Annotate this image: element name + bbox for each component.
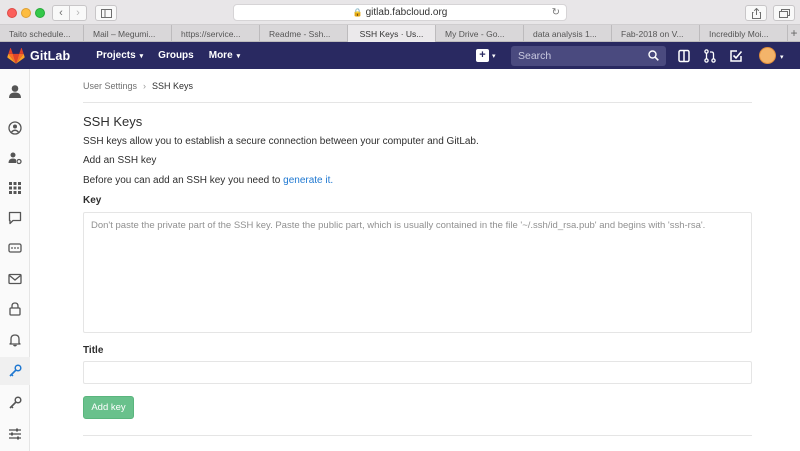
nav-projects[interactable]: Projects ▾ bbox=[96, 50, 143, 61]
sidebar-item-emails[interactable] bbox=[0, 265, 30, 293]
sidebar-item-password[interactable] bbox=[0, 295, 30, 323]
tabs-overview-icon bbox=[778, 8, 790, 18]
user-avatar-icon bbox=[9, 85, 21, 98]
sidebar-item-notifications[interactable] bbox=[0, 326, 30, 354]
back-button[interactable]: ‹ bbox=[52, 5, 70, 21]
chevron-down-icon: ▾ bbox=[492, 52, 496, 60]
title-input[interactable] bbox=[83, 361, 752, 384]
key-label: Key bbox=[83, 195, 102, 206]
settings-sidebar bbox=[0, 69, 30, 451]
sidebar-item-applications[interactable] bbox=[0, 174, 30, 202]
browser-tab[interactable]: Mail – Megumi... bbox=[84, 25, 172, 42]
nav-groups[interactable]: Groups bbox=[158, 50, 194, 61]
key-icon bbox=[9, 396, 22, 409]
add-key-heading: Add an SSH key bbox=[83, 155, 157, 166]
sidebar-toggle-button[interactable] bbox=[95, 5, 117, 21]
generate-instructions: Before you can add an SSH key you need t… bbox=[83, 175, 333, 186]
browser-tab[interactable]: Taito schedule... bbox=[0, 25, 84, 42]
chevron-down-icon: ▾ bbox=[236, 52, 241, 60]
page-description: SSH keys allow you to establish a secure… bbox=[83, 136, 479, 147]
lock-icon bbox=[9, 302, 21, 316]
browser-tab[interactable]: Incredibly Moi... bbox=[700, 25, 788, 42]
comment-icon bbox=[8, 211, 22, 225]
breadcrumb-ssh-keys[interactable]: SSH Keys bbox=[152, 81, 193, 91]
avatar[interactable] bbox=[759, 47, 776, 64]
key-icon bbox=[9, 364, 22, 377]
user-circle-icon bbox=[8, 121, 22, 135]
browser-tab-active[interactable]: SSH Keys · Us... bbox=[348, 25, 436, 42]
browser-toolbar: ‹ › 🔒 gitlab.fabcloud.org ↻ bbox=[0, 0, 800, 25]
sidebar-item-account[interactable] bbox=[0, 144, 30, 172]
sidebar-icon bbox=[100, 8, 112, 18]
chevron-right-icon: › bbox=[76, 6, 80, 19]
sidebar-item-ssh-keys[interactable] bbox=[0, 357, 30, 385]
minimize-window-button[interactable] bbox=[21, 8, 31, 18]
user-settings-icon bbox=[8, 152, 22, 165]
close-window-button[interactable] bbox=[7, 8, 17, 18]
share-button[interactable] bbox=[745, 5, 767, 21]
issues-board-icon[interactable] bbox=[677, 49, 691, 63]
breadcrumb: User Settings › SSH Keys bbox=[83, 81, 193, 91]
sidebar-item-preferences[interactable] bbox=[0, 420, 30, 448]
browser-tab[interactable]: My Drive - Go... bbox=[436, 25, 524, 42]
token-icon bbox=[8, 243, 22, 253]
search-input[interactable]: Search bbox=[511, 46, 666, 66]
show-tabs-button[interactable] bbox=[773, 5, 795, 21]
new-item-dropdown[interactable]: + ▾ bbox=[476, 47, 502, 64]
nav-more-label: More bbox=[208, 50, 233, 61]
top-divider bbox=[83, 102, 752, 103]
generate-instructions-text: Before you can add an SSH key you need t… bbox=[83, 175, 284, 186]
grid-icon bbox=[9, 182, 21, 194]
nav-groups-label: Groups bbox=[158, 50, 194, 61]
plus-icon: + bbox=[476, 49, 489, 62]
forward-button[interactable]: › bbox=[69, 5, 87, 21]
url-text: gitlab.fabcloud.org bbox=[365, 7, 448, 18]
envelope-icon bbox=[8, 273, 22, 285]
chevron-left-icon: ‹ bbox=[59, 6, 63, 19]
bell-icon bbox=[9, 334, 21, 347]
page-title: SSH Keys bbox=[83, 114, 143, 129]
todo-check-icon[interactable] bbox=[729, 49, 743, 63]
sidebar-item-chat[interactable] bbox=[0, 204, 30, 232]
sidebar-item-profile-avatar[interactable] bbox=[0, 77, 30, 105]
gitlab-brand[interactable]: GitLab bbox=[30, 49, 70, 63]
generate-it-link[interactable]: generate it. bbox=[283, 175, 333, 186]
search-icon bbox=[648, 50, 659, 61]
nav-projects-label: Projects bbox=[96, 50, 136, 61]
key-textarea[interactable] bbox=[83, 212, 752, 333]
merge-request-icon[interactable] bbox=[703, 49, 717, 63]
gitlab-header: GitLab Projects ▾ Groups More ▾ + ▾ Sear… bbox=[0, 42, 800, 69]
lock-icon: 🔒 bbox=[352, 8, 363, 17]
browser-tab[interactable]: Readme - Ssh... bbox=[260, 25, 348, 42]
zoom-window-button[interactable] bbox=[35, 8, 45, 18]
new-tab-button[interactable]: + bbox=[788, 25, 800, 41]
sidebar-item-gpg-keys[interactable] bbox=[0, 389, 30, 417]
sidebar-item-profile[interactable] bbox=[0, 114, 30, 142]
gitlab-logo-icon[interactable] bbox=[7, 47, 25, 64]
browser-tab[interactable]: Fab-2018 on V... bbox=[612, 25, 700, 42]
browser-tab[interactable]: https://service... bbox=[172, 25, 260, 42]
chevron-down-icon[interactable]: ▾ bbox=[780, 53, 784, 61]
main-nav: Projects ▾ Groups More ▾ bbox=[96, 50, 255, 61]
preferences-icon bbox=[9, 428, 21, 440]
address-bar[interactable]: 🔒 gitlab.fabcloud.org ↻ bbox=[233, 4, 567, 21]
sidebar-item-access-tokens[interactable] bbox=[0, 234, 30, 262]
browser-tab[interactable]: data analysis 1... bbox=[524, 25, 612, 42]
search-placeholder: Search bbox=[518, 50, 552, 62]
chevron-down-icon: ▾ bbox=[139, 52, 144, 60]
reload-icon[interactable]: ↻ bbox=[552, 7, 560, 18]
nav-more[interactable]: More ▾ bbox=[209, 50, 240, 61]
share-icon bbox=[751, 7, 761, 19]
title-label: Title bbox=[83, 345, 104, 356]
bottom-divider bbox=[83, 435, 752, 436]
breadcrumb-user-settings[interactable]: User Settings bbox=[83, 81, 137, 91]
add-key-button[interactable]: Add key bbox=[83, 396, 134, 419]
tab-strip: Taito schedule... Mail – Megumi... https… bbox=[0, 25, 800, 42]
breadcrumb-separator: › bbox=[143, 81, 147, 91]
